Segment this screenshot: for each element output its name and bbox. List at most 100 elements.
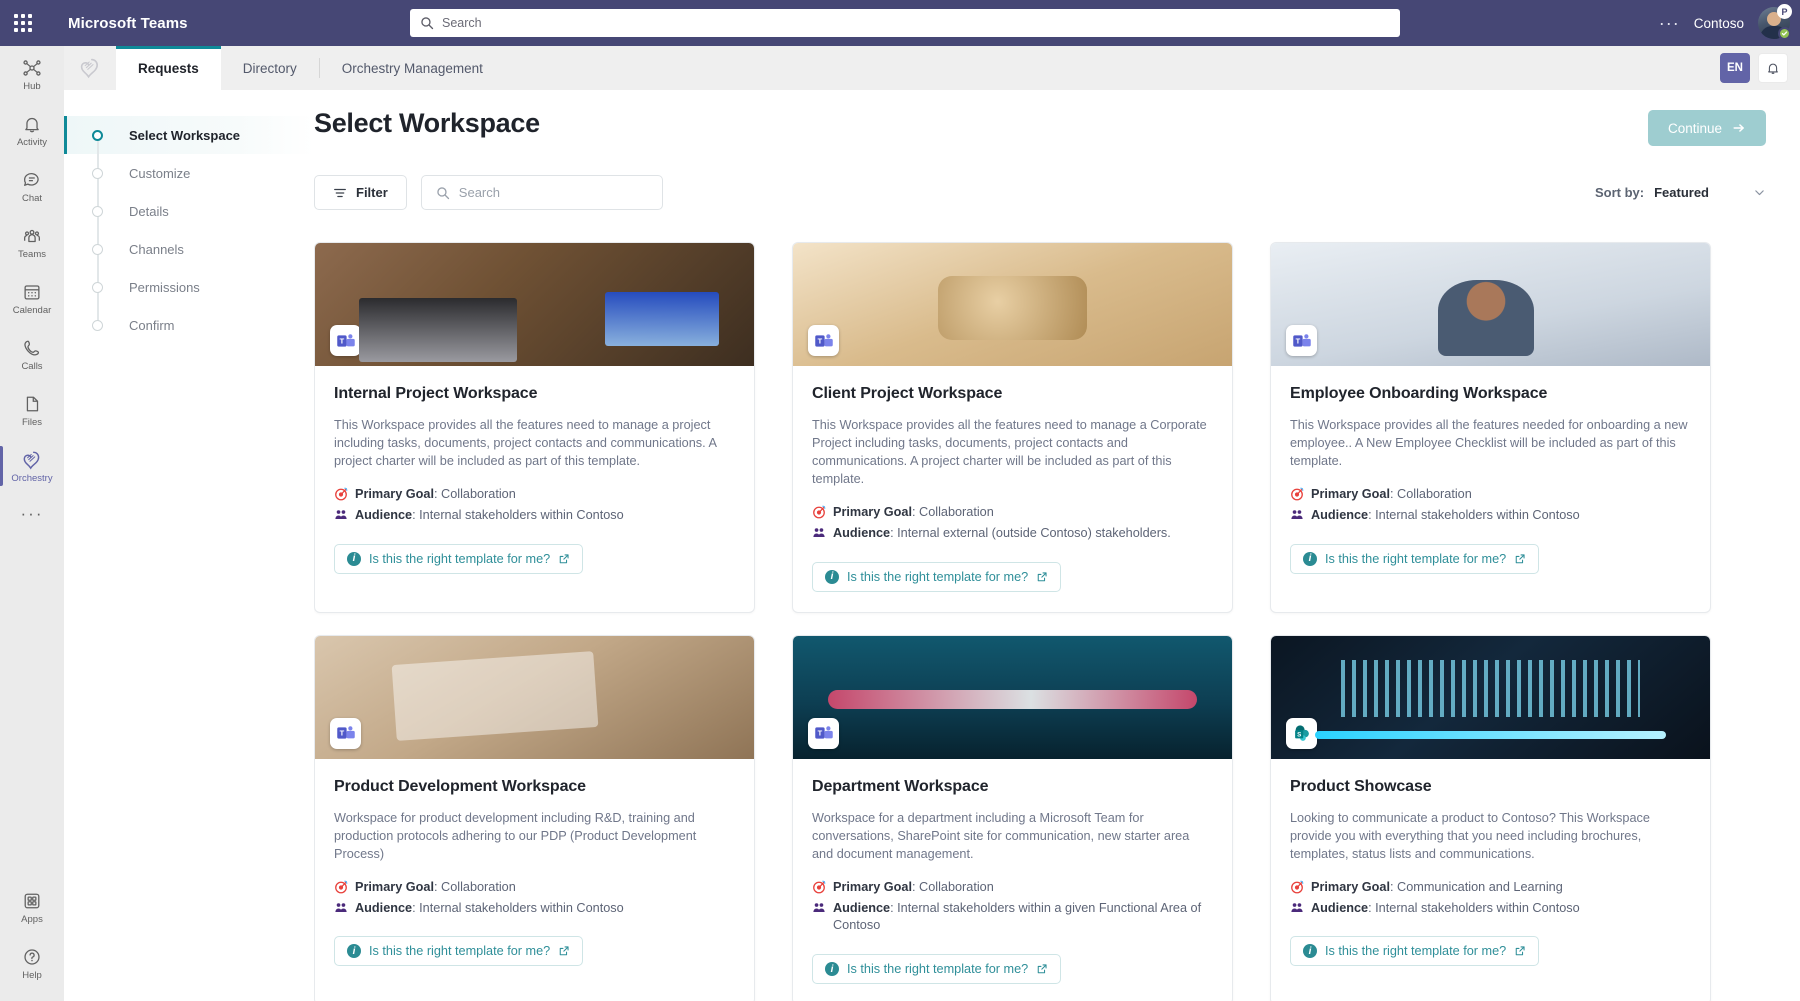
- info-icon: i: [825, 962, 839, 976]
- wizard-step-select-workspace[interactable]: Select Workspace: [64, 116, 314, 154]
- right-template-link[interactable]: i Is this the right template for me?: [334, 544, 583, 574]
- card-thumbnail: T: [315, 243, 754, 366]
- workspace-card[interactable]: T Department Workspace Workspace for a d…: [792, 635, 1233, 1001]
- card-body: Product Showcase Looking to communicate …: [1271, 759, 1710, 987]
- card-description: This Workspace provides all the features…: [334, 416, 735, 470]
- meta-label: Audience: [355, 901, 412, 915]
- info-icon: i: [1303, 552, 1317, 566]
- card-description: Workspace for a department including a M…: [812, 809, 1213, 863]
- rail-label-calendar: Calendar: [13, 305, 52, 316]
- tab-orchestry-management[interactable]: Orchestry Management: [320, 46, 505, 90]
- svg-text:S: S: [1297, 732, 1301, 739]
- global-search-box[interactable]: Search: [410, 9, 1400, 37]
- step-label: Select Workspace: [129, 128, 240, 143]
- main-panel: Select Workspace Continue Filter: [314, 90, 1800, 1001]
- rail-item-calls[interactable]: Calls: [0, 326, 64, 382]
- wizard-step-confirm[interactable]: Confirm: [64, 306, 314, 344]
- card-title: Department Workspace: [812, 778, 1213, 796]
- wizard-step-details[interactable]: Details: [64, 192, 314, 230]
- workspace-card[interactable]: T Client Project Workspace This Workspac…: [792, 242, 1233, 613]
- notifications-button[interactable]: [1758, 53, 1788, 83]
- filter-icon: [333, 186, 347, 200]
- search-input[interactable]: [459, 185, 648, 200]
- meta-primary-goal: Primary Goal: Collaboration: [1290, 486, 1691, 504]
- rail-item-teams[interactable]: Teams: [0, 214, 64, 270]
- teams-icon: T: [814, 331, 834, 351]
- meta-label: Audience: [833, 901, 890, 915]
- card-thumbnail: T: [315, 636, 754, 759]
- right-template-link[interactable]: i Is this the right template for me?: [334, 936, 583, 966]
- people-icon: [334, 901, 348, 915]
- right-template-link[interactable]: i Is this the right template for me?: [1290, 544, 1539, 574]
- step-dot: [92, 130, 103, 141]
- right-template-label: Is this the right template for me?: [1325, 944, 1506, 958]
- rail-label-activity: Activity: [17, 137, 47, 148]
- rail-item-orchestry[interactable]: Orchestry: [0, 438, 64, 494]
- more-options-button[interactable]: ···: [1659, 18, 1680, 28]
- card-body: Department Workspace Workspace for a dep…: [793, 759, 1232, 1001]
- workspace-card[interactable]: T Product Development Workspace Workspac…: [314, 635, 755, 1001]
- waffle-icon: [14, 14, 32, 32]
- card-description: This Workspace provides all the features…: [812, 416, 1213, 488]
- rail-label-chat: Chat: [22, 193, 42, 204]
- step-dot: [92, 320, 103, 331]
- apps-icon: [21, 890, 43, 912]
- wizard-step-customize[interactable]: Customize: [64, 154, 314, 192]
- meta-label: Primary Goal: [1311, 880, 1390, 894]
- continue-button[interactable]: Continue: [1648, 110, 1766, 146]
- workspace-card[interactable]: T Employee Onboarding Workspace This Wor…: [1270, 242, 1711, 613]
- rail-item-hub[interactable]: Hub: [0, 46, 64, 102]
- app-launcher-button[interactable]: [0, 0, 46, 46]
- right-template-link[interactable]: i Is this the right template for me?: [1290, 936, 1539, 966]
- avatar[interactable]: P: [1758, 7, 1790, 39]
- meta-audience: Audience: Internal stakeholders within C…: [1290, 900, 1691, 918]
- wizard-step-permissions[interactable]: Permissions: [64, 268, 314, 306]
- bell-icon: [21, 113, 43, 135]
- global-search-placeholder: Search: [442, 16, 482, 30]
- rail-item-activity[interactable]: Activity: [0, 102, 64, 158]
- teams-icon: T: [336, 723, 356, 743]
- rail-label-orchestry: Orchestry: [11, 473, 52, 484]
- badge-teams-icon: T: [330, 325, 361, 356]
- tab-requests[interactable]: Requests: [116, 46, 221, 90]
- people-icon: [1290, 901, 1304, 915]
- card-thumbnail: T: [793, 243, 1232, 366]
- meta-value: : Internal stakeholders within Contoso: [412, 901, 624, 915]
- rail-item-calendar[interactable]: Calendar: [0, 270, 64, 326]
- rail-item-help[interactable]: Help: [0, 935, 64, 991]
- rail-item-files[interactable]: Files: [0, 382, 64, 438]
- workspace-card[interactable]: T Internal Project Workspace This Worksp…: [314, 242, 755, 613]
- hub-icon: [21, 57, 43, 79]
- language-button[interactable]: EN: [1720, 53, 1750, 83]
- filter-label: Filter: [356, 185, 388, 200]
- meta-audience: Audience: Internal stakeholders within C…: [1290, 507, 1691, 525]
- calendar-icon: [21, 281, 43, 303]
- workspace-card[interactable]: S Product Showcase Looking to communicat…: [1270, 635, 1711, 1001]
- sort-by-dropdown[interactable]: Sort by: Featured: [1595, 185, 1766, 200]
- card-title: Client Project Workspace: [812, 385, 1213, 403]
- wizard-step-channels[interactable]: Channels: [64, 230, 314, 268]
- teams-icon: T: [814, 723, 834, 743]
- target-icon: [334, 487, 348, 501]
- card-body: Product Development Workspace Workspace …: [315, 759, 754, 987]
- card-description: This Workspace provides all the features…: [1290, 416, 1691, 470]
- tab-bar: Requests Directory Orchestry Management …: [64, 46, 1800, 90]
- rail-item-chat[interactable]: Chat: [0, 158, 64, 214]
- top-bar-right: ··· Contoso P: [1659, 0, 1790, 46]
- right-template-label: Is this the right template for me?: [369, 944, 550, 958]
- people-icon: [812, 901, 826, 915]
- orchestry-icon: [21, 449, 43, 471]
- card-thumbnail: T: [1271, 243, 1710, 366]
- filter-button[interactable]: Filter: [314, 175, 407, 210]
- right-template-link[interactable]: i Is this the right template for me?: [812, 562, 1061, 592]
- tab-directory[interactable]: Directory: [221, 46, 319, 90]
- card-thumbnail: T: [793, 636, 1232, 759]
- template-search-box[interactable]: [421, 175, 663, 210]
- card-description: Workspace for product development includ…: [334, 809, 735, 863]
- meta-label: Primary Goal: [1311, 487, 1390, 501]
- right-template-link[interactable]: i Is this the right template for me?: [812, 954, 1061, 984]
- right-template-label: Is this the right template for me?: [847, 570, 1028, 584]
- external-link-icon: [1514, 945, 1526, 957]
- rail-more-apps-button[interactable]: ···: [0, 494, 64, 534]
- rail-item-apps[interactable]: Apps: [0, 879, 64, 935]
